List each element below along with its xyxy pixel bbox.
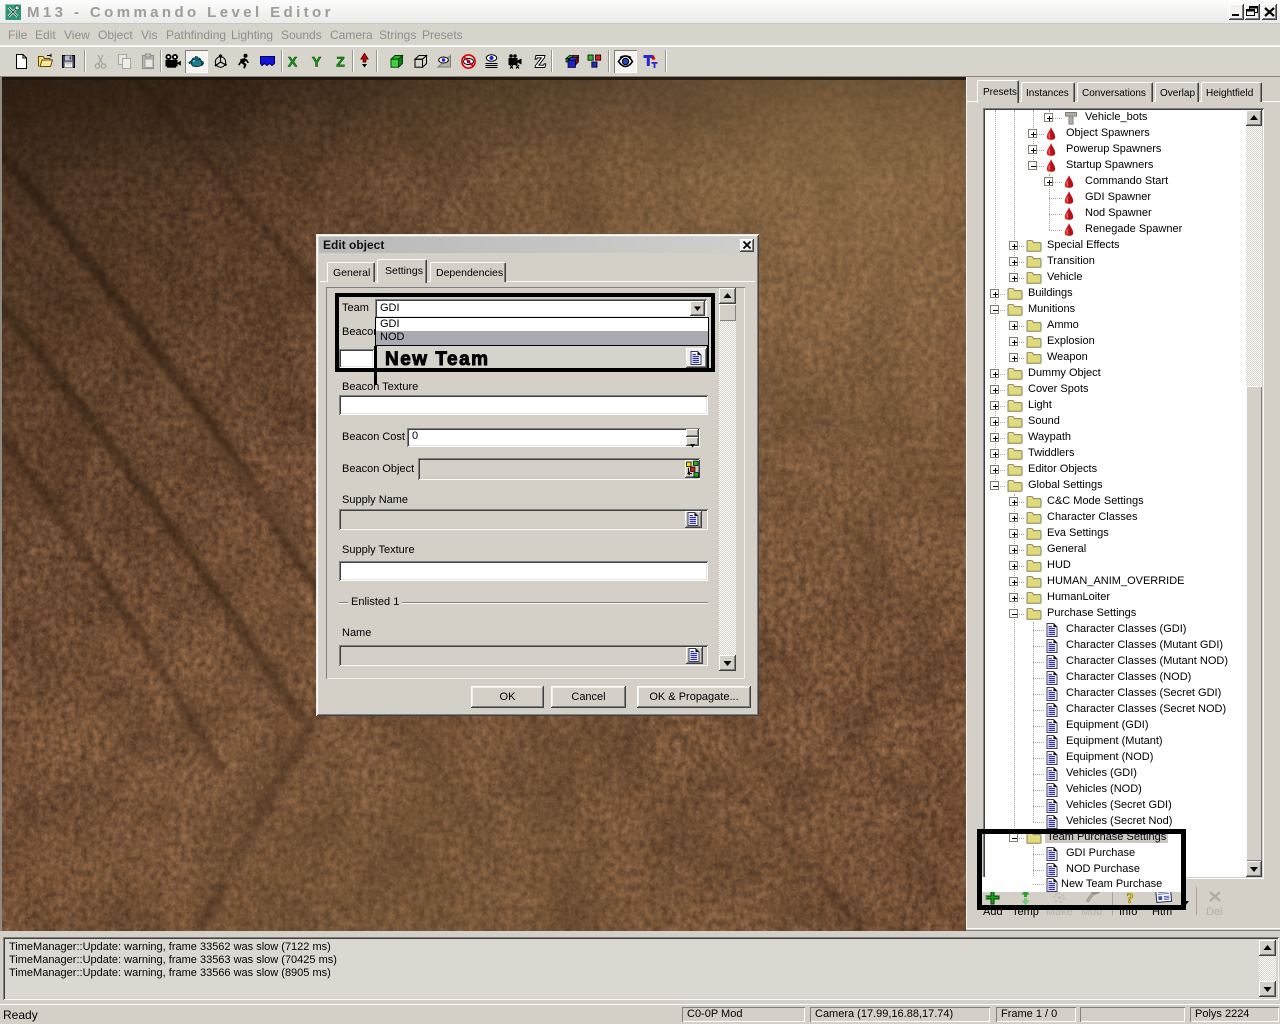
svg-text:X: X	[288, 54, 298, 70]
svg-text:Z: Z	[336, 54, 345, 70]
svg-text:Y: Y	[312, 54, 322, 70]
